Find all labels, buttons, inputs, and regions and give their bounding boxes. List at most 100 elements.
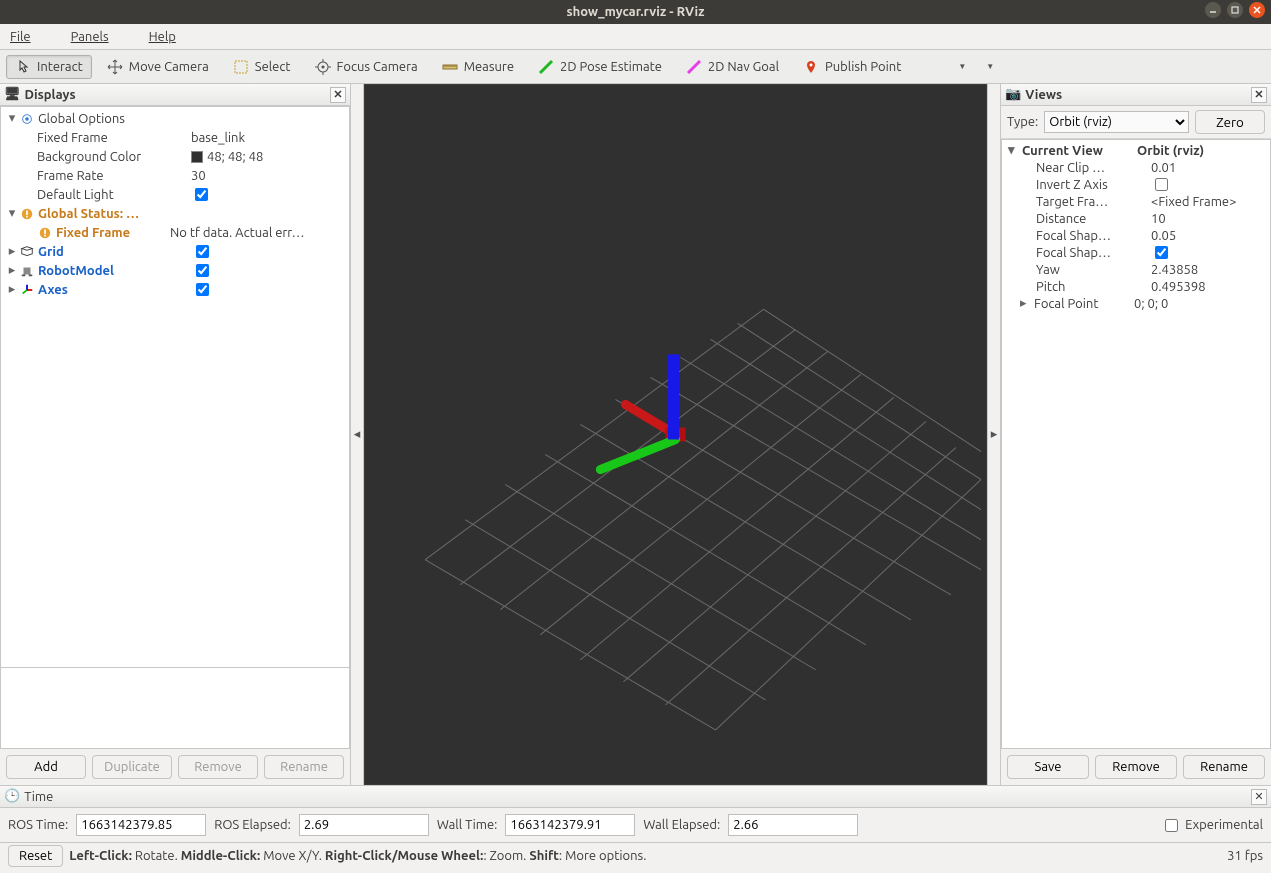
frame-rate-label[interactable]: Frame Rate <box>37 169 187 183</box>
color-swatch <box>191 151 203 163</box>
collapse-arrow-icon[interactable]: ▸ <box>5 282 19 297</box>
splitter-right[interactable]: ▸ <box>987 84 1001 785</box>
measure-icon <box>442 59 458 75</box>
views-panel-header[interactable]: 📷 Views ✕ <box>1001 84 1271 106</box>
collapse-arrow-icon[interactable]: ▸ <box>5 263 19 278</box>
views-tree[interactable]: ▾ Current View Orbit (rviz) Near Clip …0… <box>1001 139 1271 749</box>
ros-elapsed-label: ROS Elapsed: <box>214 818 291 832</box>
fixed-frame-value[interactable]: base_link <box>187 131 349 145</box>
views-rename-button[interactable]: Rename <box>1183 755 1265 779</box>
focal-point-label[interactable]: Focal Point <box>1034 297 1134 311</box>
add-button[interactable]: Add <box>6 755 86 779</box>
current-view-label[interactable]: Current View <box>1022 144 1137 158</box>
wall-time-value[interactable] <box>505 814 635 836</box>
display-grid-label[interactable]: Grid <box>38 245 188 259</box>
near-clip-label[interactable]: Near Clip … <box>1036 161 1151 175</box>
status-fixed-frame-label[interactable]: Fixed Frame <box>56 226 166 240</box>
warning-icon <box>19 206 35 222</box>
wall-elapsed-value[interactable] <box>728 814 858 836</box>
tool-publish-point[interactable]: Publish Point <box>794 55 910 79</box>
default-light-checkbox[interactable] <box>195 188 208 201</box>
clock-icon: 🕒 <box>4 789 20 804</box>
status-hint: Left-Click: Rotate. Middle-Click: Move X… <box>69 849 646 863</box>
view-type-select[interactable]: Orbit (rviz) <box>1044 111 1189 133</box>
fixed-frame-label[interactable]: Fixed Frame <box>37 131 187 145</box>
focal-fixed-label[interactable]: Focal Shap… <box>1036 246 1151 260</box>
experimental-checkbox[interactable] <box>1165 819 1178 832</box>
expand-arrow-icon[interactable]: ▾ <box>1008 143 1022 158</box>
default-light-label[interactable]: Default Light <box>37 188 187 202</box>
views-remove-button[interactable]: Remove <box>1095 755 1177 779</box>
focus-camera-icon <box>315 59 331 75</box>
display-robot-model-checkbox[interactable] <box>196 264 209 277</box>
time-panel-header[interactable]: 🕒 Time ✕ <box>0 786 1271 808</box>
time-close-icon[interactable]: ✕ <box>1251 789 1267 805</box>
focal-fixed-checkbox[interactable] <box>1155 246 1168 259</box>
bg-color-value[interactable]: 48; 48; 48 <box>187 150 349 164</box>
focal-size-value[interactable]: 0.05 <box>1151 229 1270 243</box>
views-close-icon[interactable]: ✕ <box>1251 87 1267 103</box>
wall-time-label: Wall Time: <box>437 818 498 832</box>
collapse-arrow-icon[interactable]: ▸ <box>5 244 19 259</box>
views-save-button[interactable]: Save <box>1007 755 1089 779</box>
tool-2d-nav-goal[interactable]: 2D Nav Goal <box>677 55 788 79</box>
eye-dropdown-icon[interactable]: ▼ <box>986 62 994 71</box>
display-robot-model-label[interactable]: RobotModel <box>38 264 188 278</box>
target-frame-label[interactable]: Target Fra… <box>1036 195 1151 209</box>
tool-move-camera[interactable]: Move Camera <box>98 55 218 79</box>
tool-select[interactable]: Select <box>224 55 300 79</box>
menu-file[interactable]: File <box>10 30 51 44</box>
pitch-value[interactable]: 0.495398 <box>1151 280 1270 294</box>
maximize-button[interactable] <box>1227 2 1243 18</box>
minimize-button[interactable] <box>1205 2 1221 18</box>
yaw-label[interactable]: Yaw <box>1036 263 1151 277</box>
ros-time-value[interactable] <box>76 814 206 836</box>
fps-label: 31 fps <box>1227 849 1263 863</box>
tool-focus-camera[interactable]: Focus Camera <box>306 55 427 79</box>
near-clip-value[interactable]: 0.01 <box>1151 161 1270 175</box>
grid-icon <box>19 244 35 260</box>
bg-color-label[interactable]: Background Color <box>37 150 187 164</box>
nav-goal-icon <box>686 59 702 75</box>
focal-size-label[interactable]: Focal Shap… <box>1036 229 1151 243</box>
expand-arrow-icon[interactable]: ▾ <box>5 206 19 221</box>
display-axes-checkbox[interactable] <box>196 283 209 296</box>
move-camera-icon <box>107 59 123 75</box>
global-status-label[interactable]: Global Status: … <box>38 207 188 221</box>
display-description-box <box>0 667 350 749</box>
yaw-value[interactable]: 2.43858 <box>1151 263 1270 277</box>
rename-button[interactable]: Rename <box>264 755 344 779</box>
options-icon <box>19 111 35 127</box>
3d-viewport[interactable] <box>364 84 987 785</box>
display-axes-label[interactable]: Axes <box>38 283 188 297</box>
invert-z-label[interactable]: Invert Z Axis <box>1036 178 1151 192</box>
minus-dropdown-icon[interactable]: ▼ <box>958 62 966 71</box>
displays-close-icon[interactable]: ✕ <box>330 87 346 103</box>
menu-panels[interactable]: Panels <box>71 30 129 44</box>
tool-2d-pose-estimate[interactable]: 2D Pose Estimate <box>529 55 671 79</box>
remove-button[interactable]: Remove <box>178 755 258 779</box>
distance-value[interactable]: 10 <box>1151 212 1270 226</box>
displays-tree[interactable]: ▾ Global Options Fixed Frame base_link B… <box>0 106 350 668</box>
current-view-value: Orbit (rviz) <box>1137 144 1270 158</box>
display-grid-checkbox[interactable] <box>196 245 209 258</box>
displays-panel-header[interactable]: 🖥 Displays ✕ <box>0 84 350 106</box>
duplicate-button[interactable]: Duplicate <box>92 755 172 779</box>
tool-measure[interactable]: Measure <box>433 55 523 79</box>
focal-point-value[interactable]: 0; 0; 0 <box>1134 297 1270 311</box>
splitter-left[interactable]: ◂ <box>350 84 364 785</box>
invert-z-checkbox[interactable] <box>1155 178 1168 191</box>
collapse-arrow-icon[interactable]: ▸ <box>1020 296 1034 311</box>
ros-elapsed-value[interactable] <box>299 814 429 836</box>
menu-help[interactable]: Help <box>149 30 196 44</box>
distance-label[interactable]: Distance <box>1036 212 1151 226</box>
expand-arrow-icon[interactable]: ▾ <box>5 111 19 126</box>
pitch-label[interactable]: Pitch <box>1036 280 1151 294</box>
target-frame-value[interactable]: <Fixed Frame> <box>1151 195 1270 209</box>
type-label: Type: <box>1007 115 1038 129</box>
reset-button[interactable]: Reset <box>8 845 63 867</box>
tool-interact[interactable]: Interact <box>6 55 92 79</box>
zero-button[interactable]: Zero <box>1195 110 1265 134</box>
close-button[interactable] <box>1249 2 1265 18</box>
frame-rate-value[interactable]: 30 <box>187 169 349 183</box>
